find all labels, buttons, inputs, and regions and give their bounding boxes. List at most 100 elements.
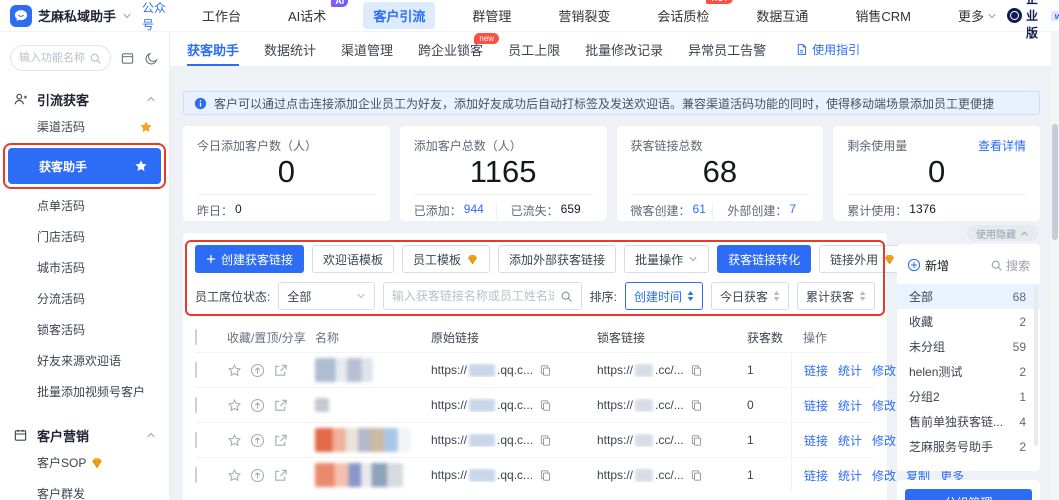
action-modify[interactable]: 修改 [872, 467, 896, 484]
link-search-input[interactable] [392, 289, 554, 303]
action-link[interactable]: 链接 [804, 467, 828, 484]
share-icon[interactable] [273, 433, 288, 448]
tab-cross-enterprise-lock[interactable]: 跨企业锁客new [418, 32, 483, 66]
sidebar-item-customer-sop[interactable]: 客户SOP [0, 447, 169, 478]
nav-data-exchange[interactable]: 数据互通 [746, 2, 818, 29]
sort-by-today-customers[interactable]: 今日获客 [711, 282, 789, 310]
sidebar-item-lock-code[interactable]: 锁客活码 [0, 314, 169, 345]
row-checkbox[interactable] [195, 467, 197, 483]
copy-icon[interactable] [690, 399, 703, 412]
page-scrollbar-thumb[interactable] [1052, 124, 1058, 240]
sort-by-created-time[interactable]: 创建时间 [625, 282, 703, 310]
share-icon[interactable] [273, 468, 288, 483]
pin-top-icon[interactable] [250, 433, 265, 448]
seat-status-select[interactable]: 全部 [278, 282, 375, 310]
tab-channel-management[interactable]: 渠道管理 [341, 32, 393, 66]
nav-chat-inspection[interactable]: 会话质检HOT [647, 2, 719, 29]
sidebar-search-input[interactable] [19, 52, 85, 64]
link-conversion-button[interactable]: 获客链接转化 [717, 245, 811, 273]
action-statistics[interactable]: 统计 [838, 397, 862, 414]
group-item-ungrouped[interactable]: 未分组59 [897, 334, 1040, 359]
action-link[interactable]: 链接 [804, 432, 828, 449]
select-all-checkbox[interactable] [195, 329, 197, 345]
sidebar-item-channel-code[interactable]: 渠道活码 [0, 111, 169, 142]
favorite-star-icon[interactable] [227, 433, 242, 448]
view-details-link[interactable]: 查看详情 [978, 137, 1026, 154]
copy-icon[interactable] [539, 364, 552, 377]
external-use-button[interactable]: 链接外用 [819, 245, 907, 273]
pin-top-icon[interactable] [250, 363, 265, 378]
copy-icon[interactable] [690, 434, 703, 447]
nav-sales-crm[interactable]: 销售CRM [845, 2, 921, 29]
welcome-template-button[interactable]: 欢迎语模板 [312, 245, 394, 273]
employee-template-button[interactable]: 员工模板 [402, 245, 490, 273]
sort-by-total-customers[interactable]: 累计获客 [797, 282, 875, 310]
copy-icon[interactable] [539, 434, 552, 447]
tab-acquisition-assistant[interactable]: 获客助手 [187, 32, 239, 66]
favorite-star-icon[interactable] [139, 120, 153, 134]
search-icon[interactable] [560, 290, 573, 303]
link-search-box[interactable] [383, 282, 582, 310]
sidebar-item-friend-welcome[interactable]: 好友来源欢迎语 [0, 345, 169, 376]
sidebar-item-city-code[interactable]: 城市活码 [0, 252, 169, 283]
favorite-star-icon[interactable] [227, 468, 242, 483]
sidebar-search[interactable] [10, 45, 111, 71]
group-panel-collapse-pill[interactable]: 使用隐藏 [967, 225, 1038, 241]
add-external-link-button[interactable]: 添加外部获客链接 [498, 245, 616, 273]
nav-ai-script[interactable]: AI话术AI [278, 2, 336, 29]
action-link[interactable]: 链接 [804, 397, 828, 414]
sidebar-section-acquisition[interactable]: 引流获客 [0, 87, 169, 111]
row-checkbox[interactable] [195, 362, 197, 378]
group-item-favorites[interactable]: 收藏2 [897, 309, 1040, 334]
copy-icon[interactable] [690, 364, 703, 377]
page-scrollbar[interactable] [1051, 32, 1059, 500]
action-link[interactable]: 链接 [804, 362, 828, 379]
group-search-button[interactable]: 搜索 [990, 257, 1030, 274]
action-statistics[interactable]: 统计 [838, 362, 862, 379]
pin-top-icon[interactable] [250, 398, 265, 413]
sidebar-item-order-code[interactable]: 点单活码 [0, 190, 169, 221]
sidebar-item-video-customers[interactable]: 批量添加视频号客户 [0, 376, 169, 407]
copy-icon[interactable] [690, 469, 703, 482]
batch-operation-button[interactable]: 批量操作 [624, 245, 709, 273]
group-item-service-assistant[interactable]: 芝麻服务号助手2 [897, 434, 1040, 459]
row-checkbox[interactable] [195, 432, 197, 448]
panel-layout-icon[interactable] [120, 51, 135, 66]
brand-chevron-down-icon[interactable] [122, 11, 132, 21]
sidebar-section-marketing[interactable]: 客户营销 [0, 423, 169, 447]
tab-employee-limit[interactable]: 员工上限 [508, 32, 560, 66]
nav-more[interactable]: 更多 [948, 2, 1007, 29]
group-item-presales-links[interactable]: 售前单独获客链...4 [897, 409, 1040, 434]
nav-customer-acquisition[interactable]: 客户引流 [363, 2, 435, 29]
copy-icon[interactable] [539, 399, 552, 412]
favorite-star-icon[interactable] [227, 398, 242, 413]
share-icon[interactable] [273, 398, 288, 413]
sidebar-item-acquisition-assistant[interactable]: 获客助手 [8, 148, 161, 184]
official-account-link[interactable]: 公众号 [142, 0, 168, 33]
moon-icon[interactable] [144, 51, 159, 66]
sidebar-item-customer-broadcast[interactable]: 客户群发 [0, 478, 169, 500]
tab-batch-modify-records[interactable]: 批量修改记录 [585, 32, 663, 66]
nav-workbench[interactable]: 工作台 [192, 2, 251, 29]
usage-guide-link[interactable]: 使用指引 [795, 41, 860, 58]
row-checkbox[interactable] [195, 397, 197, 413]
action-statistics[interactable]: 统计 [838, 467, 862, 484]
group-list-scrollbar[interactable] [1034, 286, 1038, 446]
action-modify[interactable]: 修改 [872, 397, 896, 414]
group-manage-button[interactable]: 分组管理 [905, 489, 1032, 500]
copy-icon[interactable] [539, 469, 552, 482]
sidebar-item-split-code[interactable]: 分流活码 [0, 283, 169, 314]
group-item-helen-test[interactable]: helen测试2 [897, 359, 1040, 384]
favorite-star-icon[interactable] [227, 363, 242, 378]
brand-area[interactable]: 芝麻私域助手 公众号 [0, 0, 178, 33]
group-item-group2[interactable]: 分组21 [897, 384, 1040, 409]
create-link-button[interactable]: 创建获客链接 [195, 245, 304, 273]
share-icon[interactable] [273, 363, 288, 378]
favorite-star-icon[interactable] [134, 159, 148, 173]
group-item-all[interactable]: 全部68 [897, 284, 1040, 309]
tab-abnormal-employee-alert[interactable]: 异常员工告警 [688, 32, 766, 66]
action-modify[interactable]: 修改 [872, 362, 896, 379]
pin-top-icon[interactable] [250, 468, 265, 483]
action-statistics[interactable]: 统计 [838, 432, 862, 449]
sidebar-item-store-code[interactable]: 门店活码 [0, 221, 169, 252]
